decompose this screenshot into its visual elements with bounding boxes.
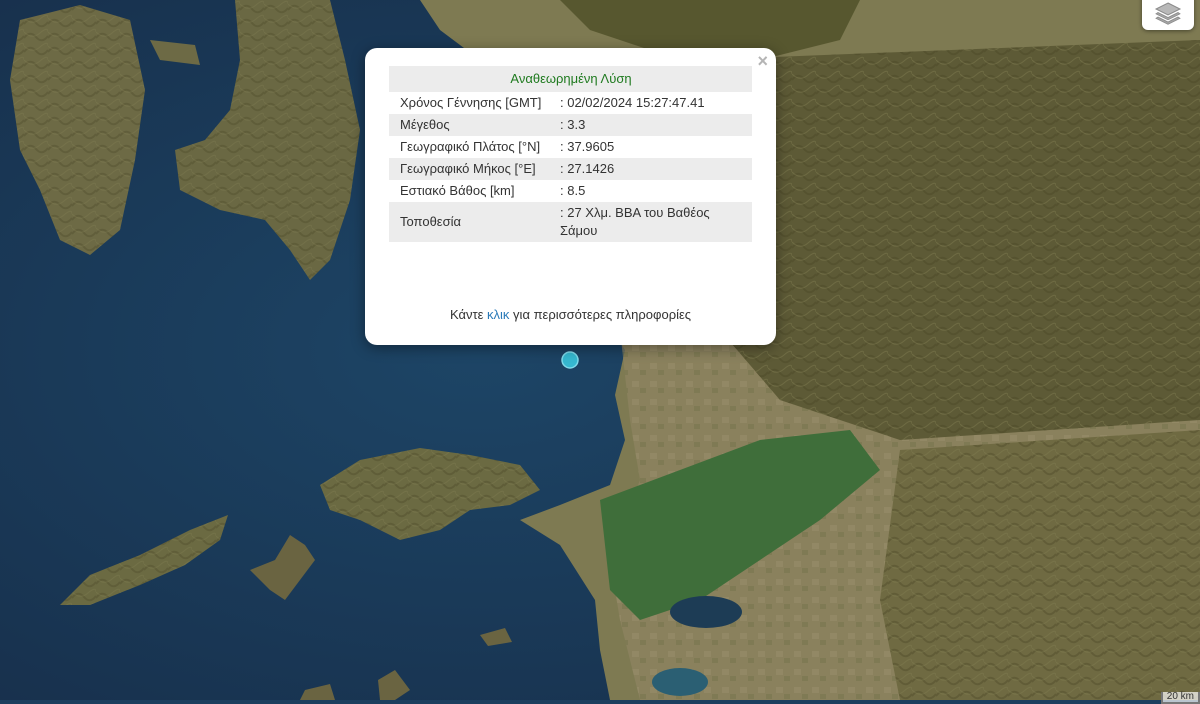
table-row: Χρόνος Γέννησης [GMT] : 02/02/2024 15:27…	[389, 92, 752, 114]
location-value: : 27 Χλμ. ΒΒΑ του Βαθέος Σάμου	[560, 202, 752, 242]
table-row: Γεωγραφικό Πλάτος [°N] : 37.9605	[389, 136, 752, 158]
layers-control-button[interactable]	[1142, 0, 1194, 30]
more-info-link[interactable]: κλικ	[487, 307, 509, 322]
depth-value: : 8.5	[560, 183, 586, 198]
depth-label: Εστιακό Βάθος [km]	[400, 183, 515, 198]
latitude-label: Γεωγραφικό Πλάτος [°N]	[400, 139, 541, 154]
eastern-hills-texture	[880, 430, 1200, 700]
table-row: Τοποθεσία : 27 Χλμ. ΒΒΑ του Βαθέος Σάμου	[389, 202, 752, 242]
layers-icon	[1154, 2, 1182, 25]
magnitude-label: Μέγεθος	[389, 114, 560, 136]
location-label: Τοποθεσία	[389, 202, 560, 242]
table-row: Μέγεθος : 3.3	[389, 114, 752, 136]
more-info-prefix: Κάντε	[449, 307, 488, 322]
earthquake-info-popup: × Αναθεωρημένη Λύση Χρόνος Γέννησης [GMT…	[365, 48, 776, 345]
lake	[670, 596, 742, 628]
latitude-value: : 37.9605	[560, 139, 615, 154]
earthquake-details-table: Αναθεωρημένη Λύση Χρόνος Γέννησης [GMT] …	[389, 66, 752, 242]
more-info-line: Κάντε κλικ για περισσότερες πληροφορίες	[365, 307, 776, 322]
table-row: Γεωγραφικό Μήκος [°E] : 27.1426	[389, 158, 752, 180]
longitude-value: : 27.1426	[560, 158, 752, 180]
epicenter-marker[interactable]	[561, 351, 579, 369]
lagoon	[652, 668, 708, 696]
magnitude-value: : 3.3	[560, 114, 752, 136]
origin-time-label: Χρόνος Γέννησης [GMT]	[400, 95, 542, 110]
map-scale-bar: 20 km	[1160, 692, 1200, 704]
popup-close-button[interactable]: ×	[757, 51, 768, 71]
popup-title: Αναθεωρημένη Λύση	[389, 66, 752, 92]
origin-time-value: : 02/02/2024 15:27:47.41	[560, 95, 705, 110]
more-info-suffix: για περισσότερες πληροφορίες	[509, 307, 692, 322]
longitude-label: Γεωγραφικό Μήκος [°E]	[389, 158, 560, 180]
table-row: Εστιακό Βάθος [km] : 8.5	[389, 180, 752, 202]
table-row: Αναθεωρημένη Λύση	[389, 66, 752, 92]
